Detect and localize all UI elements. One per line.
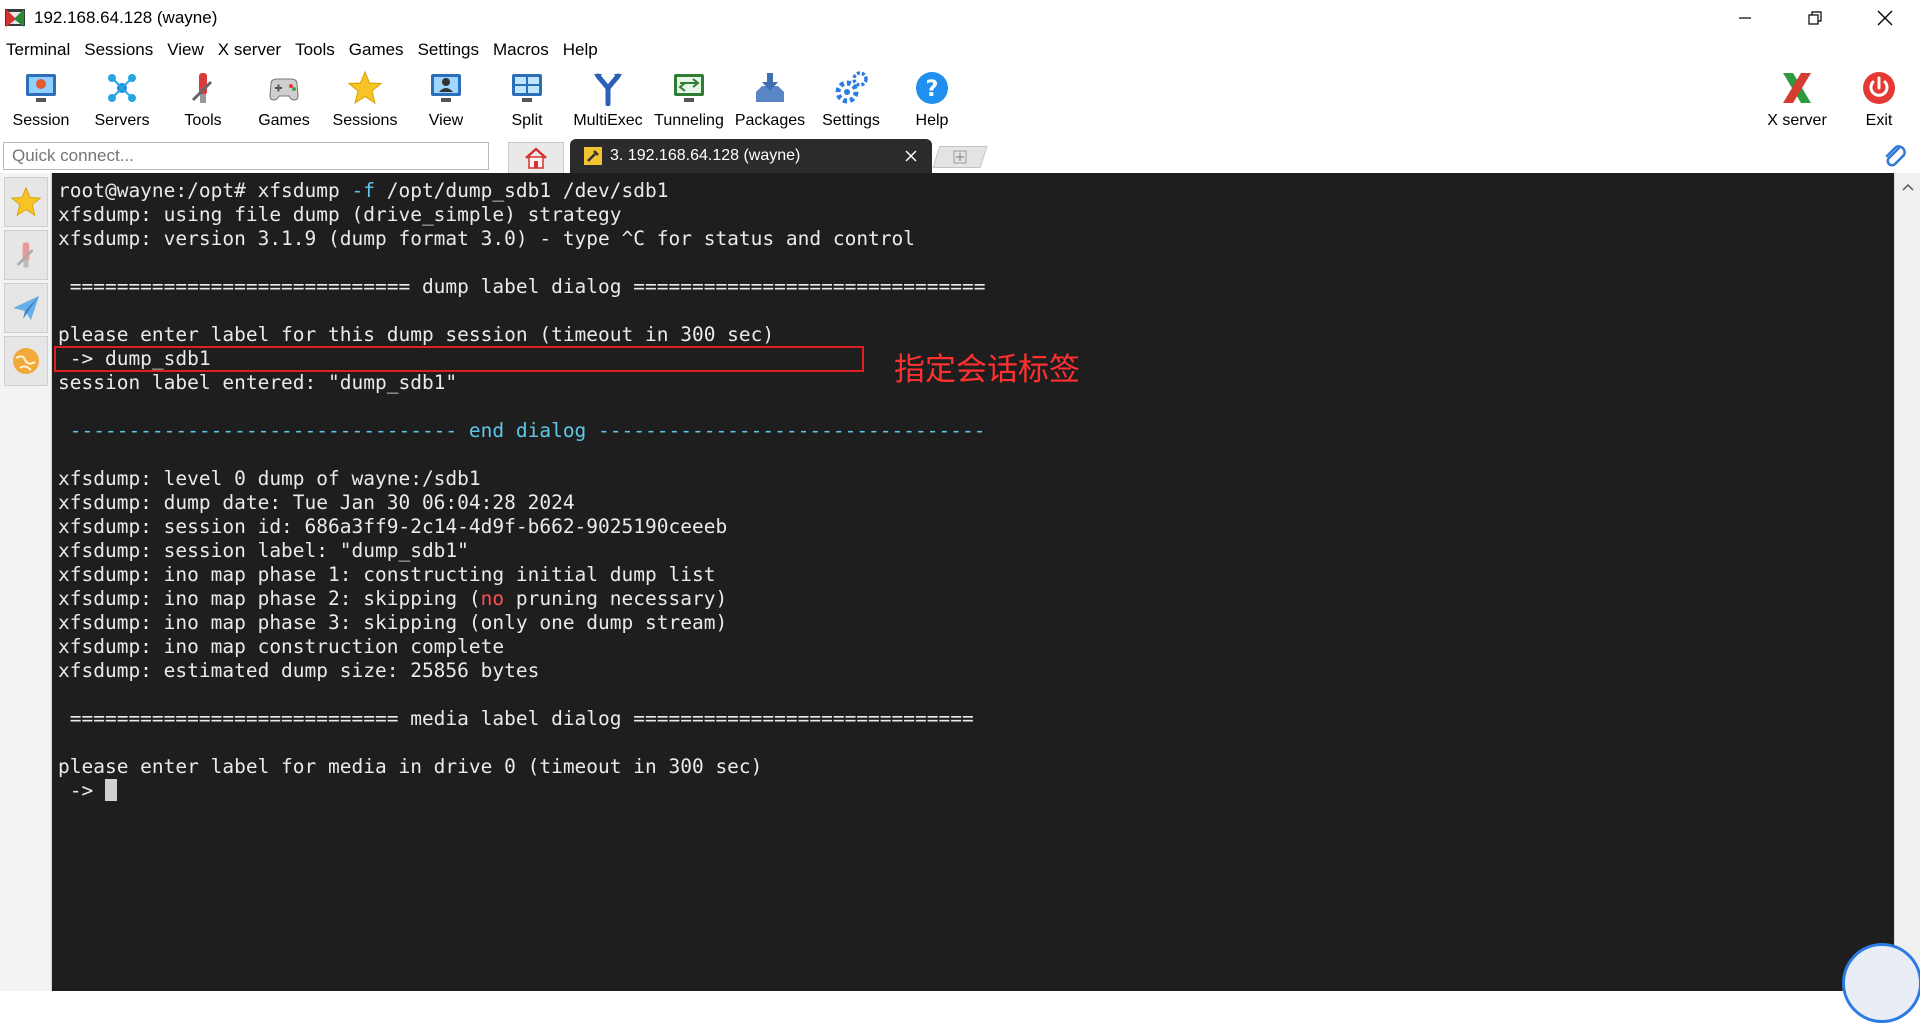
help-button[interactable]: ? Help: [893, 64, 971, 139]
terminal-line: xfsdump: using file dump (drive_simple) …: [58, 203, 622, 226]
session-button[interactable]: Session: [2, 64, 80, 139]
attachment-paperclip-button[interactable]: [1882, 143, 1908, 169]
restore-button[interactable]: [1780, 0, 1850, 35]
tab-close-button[interactable]: [902, 147, 920, 165]
globe-icon: [13, 348, 39, 374]
terminal-line: root@wayne:/opt# xfsdump -f /opt/dump_sd…: [58, 179, 669, 202]
split-button[interactable]: Split: [488, 64, 566, 139]
menu-settings[interactable]: Settings: [411, 35, 486, 64]
window-title: 192.168.64.128 (wayne): [34, 7, 218, 27]
plus-icon: [953, 150, 967, 164]
tab-session-3[interactable]: 3. 192.168.64.128 (wayne): [570, 139, 932, 173]
paper-plane-icon: [13, 296, 39, 320]
terminal-line: xfsdump: session id: 686a3ff9-2c14-4d9f-…: [58, 515, 728, 538]
menu-xserver[interactable]: X server: [211, 35, 288, 64]
menu-bar: Terminal Sessions View X server Tools Ga…: [0, 35, 1920, 64]
minimize-button[interactable]: [1710, 0, 1780, 35]
xserver-button[interactable]: X server: [1758, 64, 1836, 139]
terminal-line: xfsdump: ino map phase 3: skipping (only…: [58, 611, 728, 634]
terminal-line: ============================ media label…: [58, 707, 974, 730]
menu-help[interactable]: Help: [556, 35, 605, 64]
star-icon: [345, 68, 385, 108]
sidebar-sftp-button[interactable]: [4, 283, 48, 333]
quick-connect-input[interactable]: [3, 142, 489, 170]
view-button[interactable]: View: [407, 64, 485, 139]
gear-icon: [831, 68, 871, 108]
close-window-button[interactable]: [1850, 0, 1920, 35]
title-bar: 192.168.64.128 (wayne): [0, 0, 1920, 35]
terminal-line: ============================= dump label…: [58, 275, 986, 298]
restore-icon: [1808, 10, 1822, 25]
terminal-prompt-line: ->: [58, 779, 117, 803]
menu-games[interactable]: Games: [342, 35, 411, 64]
sidebar-tools-button[interactable]: [4, 230, 48, 280]
home-icon: [525, 147, 547, 169]
tunneling-button[interactable]: Tunneling: [650, 64, 728, 139]
terminal-scrollbar[interactable]: [1894, 173, 1920, 991]
left-sidebar: [0, 173, 52, 991]
assistant-avatar-icon[interactable]: [1842, 943, 1920, 1023]
games-button[interactable]: Games: [245, 64, 323, 139]
menu-sessions[interactable]: Sessions: [77, 35, 160, 64]
multiexec-fork-icon: [588, 68, 628, 108]
annotation-highlight-box: [54, 346, 864, 372]
tools-icon: [16, 242, 34, 268]
annotation-label: 指定会话标签: [894, 352, 1080, 388]
terminal-line: xfsdump: dump date: Tue Jan 30 06:04:28 …: [58, 491, 575, 514]
terminal-cursor: [104, 779, 117, 801]
menu-terminal[interactable]: Terminal: [0, 35, 77, 64]
servers-button[interactable]: Servers: [83, 64, 161, 139]
home-tab[interactable]: [508, 142, 564, 173]
paperclip-icon: [1885, 145, 1906, 167]
menu-macros[interactable]: Macros: [486, 35, 556, 64]
gamepad-icon: [264, 68, 304, 108]
terminal-line: --------------------------------- end di…: [58, 419, 986, 442]
power-icon: [1859, 68, 1899, 108]
split-icon: [507, 68, 547, 108]
session-tab-wrench-icon: [584, 147, 602, 165]
menu-tools[interactable]: Tools: [288, 35, 342, 64]
svg-text:?: ?: [926, 77, 939, 102]
view-user-monitor-icon: [426, 68, 466, 108]
star-icon: [10, 186, 42, 217]
terminal-line: xfsdump: level 0 dump of wayne:/sdb1: [58, 467, 481, 490]
terminal-line: please enter label for media in drive 0 …: [58, 755, 763, 778]
terminal-line: xfsdump: session label: "dump_sdb1": [58, 539, 469, 562]
toolbar: Session Servers Tools Games Sessions Vie…: [0, 64, 1920, 139]
close-icon: [905, 150, 917, 162]
terminal-line: xfsdump: ino map phase 1: constructing i…: [58, 563, 716, 586]
scroll-up-button[interactable]: [1895, 177, 1920, 197]
menu-view[interactable]: View: [160, 35, 211, 64]
sidebar-macros-button[interactable]: [4, 336, 48, 386]
exit-button[interactable]: Exit: [1840, 64, 1918, 139]
sidebar-favorites-button[interactable]: [4, 177, 48, 227]
mobaxterm-app-icon: [4, 7, 26, 29]
session-tab-label: 3. 192.168.64.128 (wayne): [610, 147, 801, 164]
xserver-x-icon: [1777, 68, 1817, 108]
terminal-line: xfsdump: ino map construction complete: [58, 635, 505, 658]
terminal-line: xfsdump: estimated dump size: 25856 byte…: [58, 659, 540, 682]
minimize-icon: [1739, 16, 1751, 19]
chevron-up-icon: [1902, 183, 1914, 191]
help-question-icon: ?: [912, 68, 952, 108]
tools-icon: [183, 68, 223, 108]
new-tab-button[interactable]: [932, 146, 988, 168]
packages-button[interactable]: Packages: [731, 64, 809, 139]
terminal-line: session label entered: "dump_sdb1": [58, 371, 458, 394]
terminal-output[interactable]: root@wayne:/opt# xfsdump -f /opt/dump_sd…: [52, 173, 1894, 991]
multiexec-button[interactable]: MultiExec: [569, 64, 647, 139]
close-icon: [1877, 10, 1893, 25]
tab-strip: 3. 192.168.64.128 (wayne): [0, 139, 1920, 173]
session-monitor-icon: [21, 68, 61, 108]
tools-button[interactable]: Tools: [164, 64, 242, 139]
terminal-line: xfsdump: version 3.1.9 (dump format 3.0)…: [58, 227, 916, 250]
settings-button[interactable]: Settings: [812, 64, 890, 139]
tunneling-icon: [669, 68, 709, 108]
packages-download-icon: [750, 68, 790, 108]
terminal-line: xfsdump: ino map phase 2: skipping (no p…: [58, 587, 728, 610]
servers-network-icon: [102, 68, 142, 108]
sessions-button[interactable]: Sessions: [326, 64, 404, 139]
terminal-line: please enter label for this dump session…: [58, 323, 775, 346]
